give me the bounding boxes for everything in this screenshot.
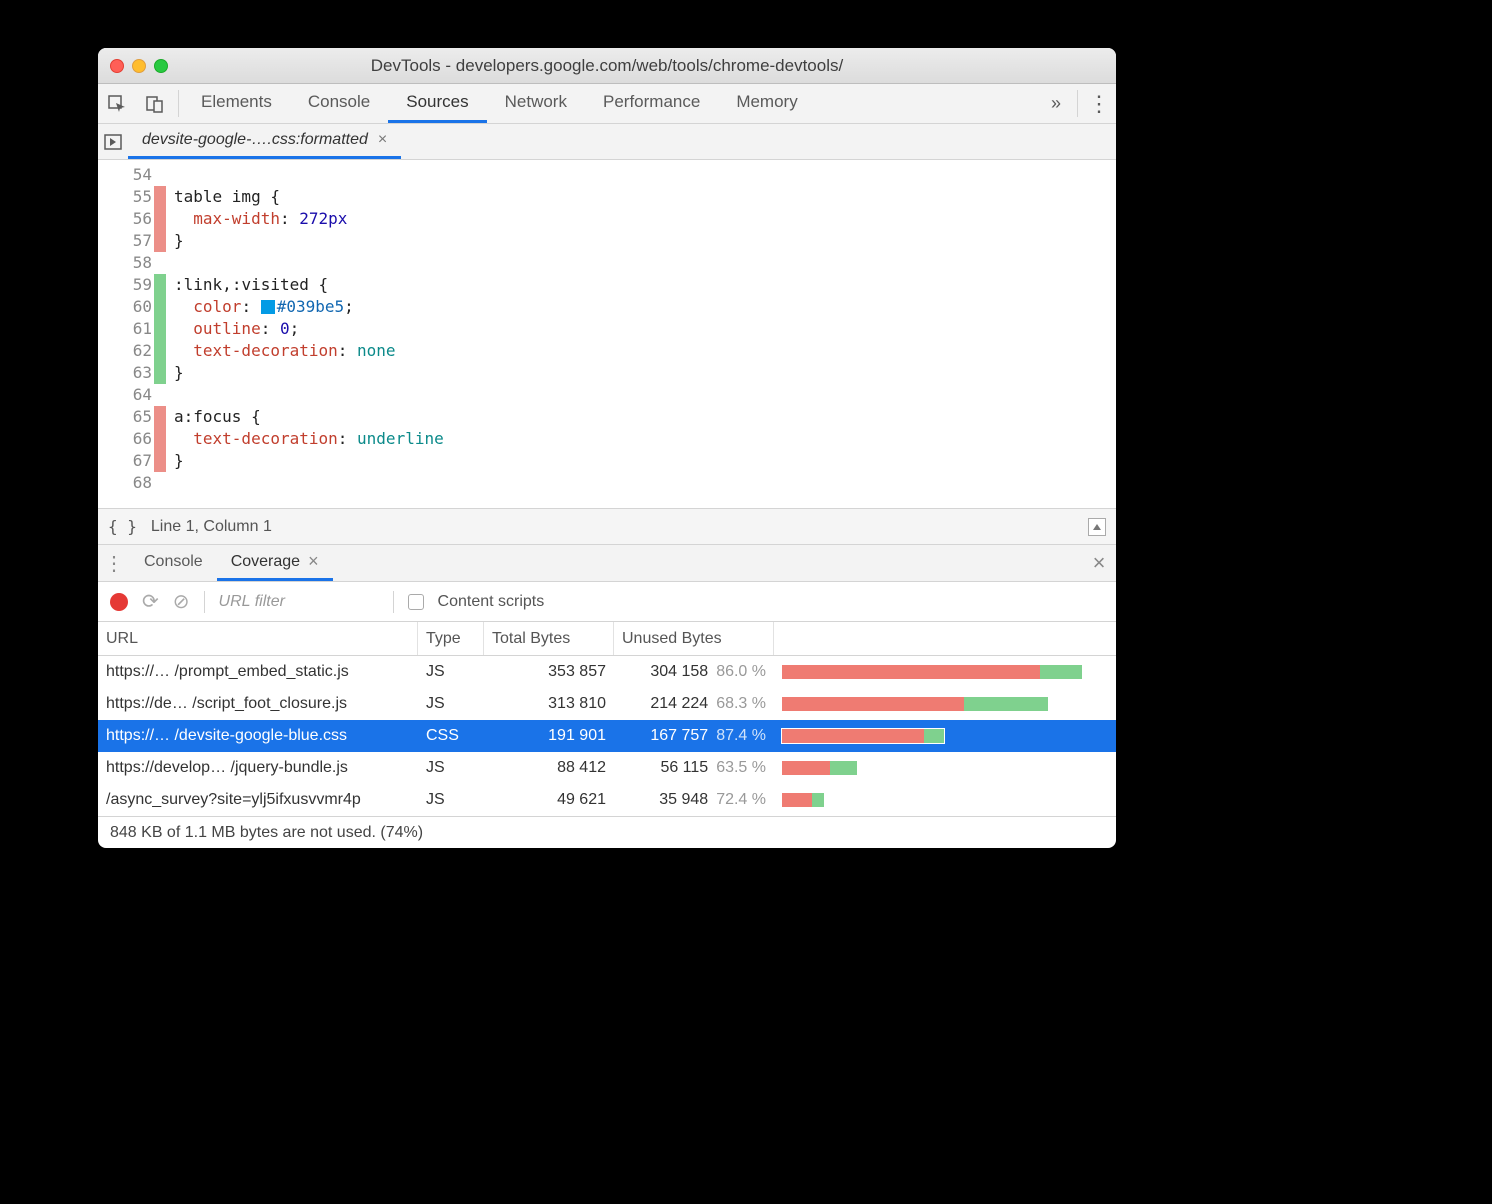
separator: [178, 90, 179, 117]
inspect-icon[interactable]: [98, 84, 136, 123]
cell-unused: 214 22468.3 %: [614, 688, 774, 720]
editor-status-bar: { } Line 1, Column 1: [98, 508, 1116, 544]
close-icon[interactable]: ×: [308, 551, 319, 572]
separator: [204, 591, 205, 613]
toggle-sidebar-icon[interactable]: [1088, 518, 1106, 536]
device-toggle-icon[interactable]: [136, 84, 174, 123]
code-body[interactable]: table img { max-width: 272px} :link,:vis…: [166, 160, 1116, 508]
code-editor[interactable]: 545556575859606162636465666768 table img…: [98, 160, 1116, 508]
devtools-window: DevTools - developers.google.com/web/too…: [98, 48, 1116, 848]
record-button[interactable]: [110, 593, 128, 611]
coverage-table-body: https://… /prompt_embed_static.jsJS353 8…: [98, 656, 1116, 816]
drawer-tab-coverage[interactable]: Coverage×: [217, 545, 333, 581]
coverage-row[interactable]: https://… /devsite-google-blue.cssCSS191…: [98, 720, 1116, 752]
main-toolbar: ElementsConsoleSourcesNetworkPerformance…: [98, 84, 1116, 124]
cell-type: JS: [418, 784, 484, 816]
tab-elements[interactable]: Elements: [183, 84, 290, 123]
titlebar: DevTools - developers.google.com/web/too…: [98, 48, 1116, 84]
cell-unused: 56 11563.5 %: [614, 752, 774, 784]
cell-bar: [774, 784, 1116, 816]
cell-url: https://… /prompt_embed_static.js: [98, 656, 418, 688]
tab-console[interactable]: Console: [290, 84, 388, 123]
col-type[interactable]: Type: [418, 622, 484, 655]
content-scripts-label: Content scripts: [438, 593, 545, 611]
coverage-row[interactable]: /async_survey?site=ylj5ifxusvvmr4pJS49 6…: [98, 784, 1116, 816]
cursor-position: Line 1, Column 1: [151, 518, 272, 536]
coverage-table-header: URL Type Total Bytes Unused Bytes: [98, 622, 1116, 656]
col-unused[interactable]: Unused Bytes: [614, 622, 774, 655]
window-title: DevTools - developers.google.com/web/too…: [98, 56, 1116, 76]
clear-icon[interactable]: ⊘: [173, 589, 190, 614]
cell-total: 191 901: [484, 720, 614, 752]
close-icon[interactable]: ×: [378, 131, 387, 149]
cell-total: 88 412: [484, 752, 614, 784]
tab-memory[interactable]: Memory: [718, 84, 815, 123]
cell-unused: 304 15886.0 %: [614, 656, 774, 688]
url-filter-input[interactable]: URL filter: [219, 593, 379, 611]
overflow-tabs-icon[interactable]: »: [1039, 84, 1073, 123]
cell-url: /async_survey?site=ylj5ifxusvvmr4p: [98, 784, 418, 816]
drawer-tabs: ⋮ ConsoleCoverage× ×: [98, 544, 1116, 582]
col-url[interactable]: URL: [98, 622, 418, 655]
coverage-gutter: [154, 160, 166, 508]
show-navigator-icon[interactable]: [98, 124, 128, 159]
tab-sources[interactable]: Sources: [388, 84, 486, 123]
cell-type: JS: [418, 752, 484, 784]
cell-bar: [774, 752, 1116, 784]
col-total[interactable]: Total Bytes: [484, 622, 614, 655]
cell-unused: 35 94872.4 %: [614, 784, 774, 816]
cell-type: JS: [418, 688, 484, 720]
cell-url: https://de… /script_foot_closure.js: [98, 688, 418, 720]
cell-unused: 167 75787.4 %: [614, 720, 774, 752]
cell-url: https://… /devsite-google-blue.css: [98, 720, 418, 752]
cell-type: JS: [418, 656, 484, 688]
col-bar: [774, 622, 1116, 655]
coverage-row[interactable]: https://de… /script_foot_closure.jsJS313…: [98, 688, 1116, 720]
line-number-gutter: 545556575859606162636465666768: [98, 160, 154, 508]
coverage-toolbar: ⟳ ⊘ URL filter Content scripts: [98, 582, 1116, 622]
pretty-print-icon[interactable]: { }: [108, 517, 137, 536]
cell-type: CSS: [418, 720, 484, 752]
drawer-tab-console[interactable]: Console: [130, 545, 217, 581]
cell-total: 313 810: [484, 688, 614, 720]
tab-performance[interactable]: Performance: [585, 84, 718, 123]
settings-kebab-icon[interactable]: ⋮: [1082, 84, 1116, 123]
close-drawer-icon[interactable]: ×: [1082, 545, 1116, 581]
reload-icon[interactable]: ⟳: [142, 589, 159, 614]
cell-url: https://develop… /jquery-bundle.js: [98, 752, 418, 784]
file-tab[interactable]: devsite-google-….css:formatted ×: [128, 124, 401, 159]
content-scripts-checkbox[interactable]: [408, 594, 424, 610]
separator: [393, 591, 394, 613]
cell-bar: [774, 656, 1116, 688]
coverage-row[interactable]: https://develop… /jquery-bundle.jsJS88 4…: [98, 752, 1116, 784]
coverage-summary: 848 KB of 1.1 MB bytes are not used. (74…: [98, 816, 1116, 848]
cell-bar: [774, 688, 1116, 720]
coverage-row[interactable]: https://… /prompt_embed_static.jsJS353 8…: [98, 656, 1116, 688]
cell-total: 49 621: [484, 784, 614, 816]
file-tab-label: devsite-google-….css:formatted: [142, 131, 368, 149]
separator: [1077, 90, 1078, 117]
cell-total: 353 857: [484, 656, 614, 688]
sources-file-tabs: devsite-google-….css:formatted ×: [98, 124, 1116, 160]
tab-network[interactable]: Network: [487, 84, 585, 123]
drawer-kebab-icon[interactable]: ⋮: [98, 545, 130, 581]
cell-bar: [774, 720, 1116, 752]
